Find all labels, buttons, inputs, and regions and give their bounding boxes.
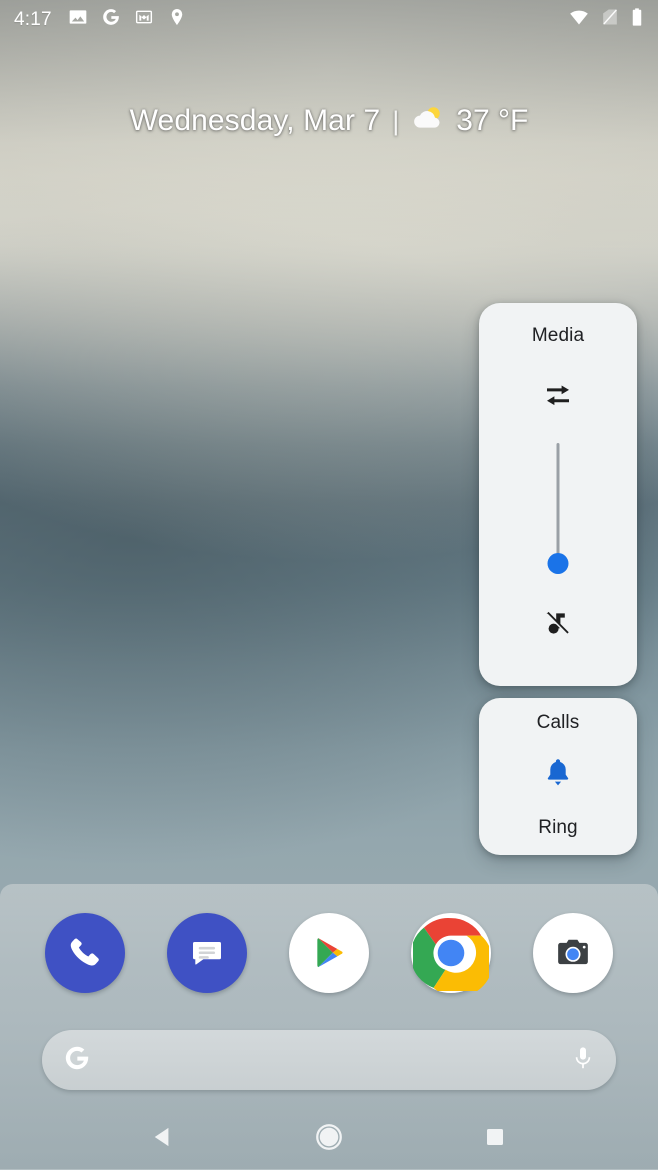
status-bar-clock: 4:17 xyxy=(14,8,52,30)
bell-ring-icon[interactable] xyxy=(542,756,574,795)
recents-button[interactable] xyxy=(469,1111,521,1163)
calls-panel-title: Calls xyxy=(536,712,580,733)
microphone-icon[interactable] xyxy=(571,1044,595,1077)
status-bar-right xyxy=(568,7,644,32)
wifi-icon xyxy=(568,7,590,32)
messages-app-icon[interactable] xyxy=(167,913,247,993)
media-panel-title: Media xyxy=(531,325,585,346)
calls-mode-label: Ring xyxy=(538,817,578,838)
date-label: Wednesday, Mar 7 xyxy=(129,104,381,137)
date-weather-widget[interactable]: Wednesday, Mar 7 | 37 °F xyxy=(0,104,658,138)
play-store-app-icon[interactable] xyxy=(289,913,369,993)
phone-home-screen: 4:17 Wednesday, Mar 7 | 37 °F Media Call… xyxy=(0,0,658,1170)
no-sim-icon xyxy=(600,7,620,32)
camera-app-icon[interactable] xyxy=(533,913,613,993)
partly-cloudy-icon xyxy=(411,105,445,138)
google-g-icon xyxy=(63,1044,91,1077)
output-switch-icon[interactable] xyxy=(541,380,575,415)
navigation-bar xyxy=(0,1104,658,1170)
google-search-bar[interactable] xyxy=(42,1030,616,1090)
home-button[interactable] xyxy=(303,1111,355,1163)
music-note-off-icon[interactable] xyxy=(542,606,574,643)
temperature-label: 37 °F xyxy=(456,104,529,137)
google-icon xyxy=(101,7,121,32)
media-volume-panel[interactable]: Media xyxy=(479,303,637,686)
status-bar: 4:17 xyxy=(0,0,658,38)
gmail-icon xyxy=(134,7,154,32)
battery-icon xyxy=(630,7,644,32)
chrome-app-icon[interactable] xyxy=(411,913,491,993)
status-bar-left: 4:17 xyxy=(14,7,568,32)
media-volume-slider[interactable] xyxy=(540,443,576,588)
media-slider-thumb[interactable] xyxy=(547,553,569,574)
date-weather-separator: | xyxy=(392,105,400,136)
phone-app-icon[interactable] xyxy=(45,913,125,993)
location-pin-icon xyxy=(167,7,187,32)
calls-volume-panel[interactable]: Calls Ring xyxy=(479,698,637,855)
back-button[interactable] xyxy=(137,1111,189,1163)
dock-app-row xyxy=(0,913,658,993)
media-slider-track[interactable] xyxy=(556,443,560,563)
photos-icon xyxy=(68,7,88,32)
